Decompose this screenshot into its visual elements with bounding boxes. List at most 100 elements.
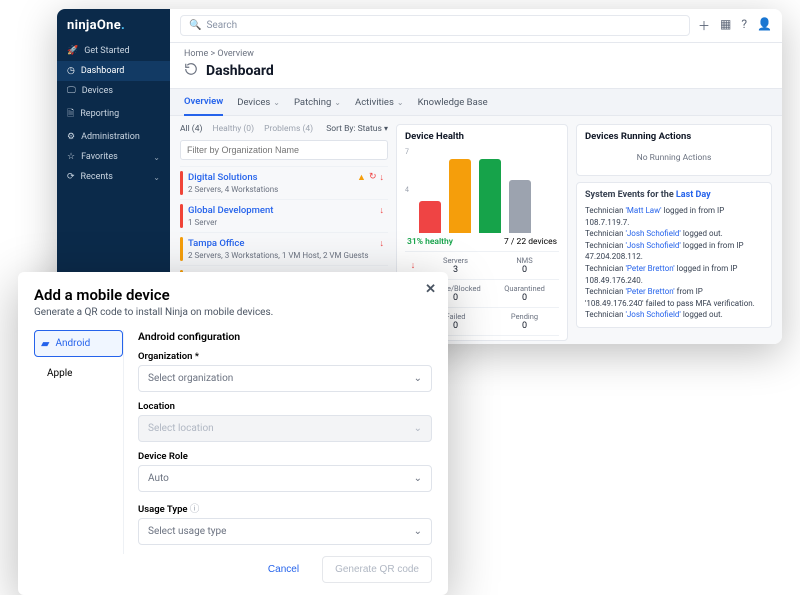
org-name: Tampa Office: [188, 238, 368, 249]
modal-title: Add a mobile device: [34, 286, 432, 304]
down-icon: ↓: [380, 238, 385, 249]
sidebar-item-reporting[interactable]: 🗎Reporting: [57, 101, 170, 127]
chevron-down-icon: ⌄: [273, 98, 280, 107]
apps-icon[interactable]: ▦: [720, 17, 731, 34]
tab-knowledge-base[interactable]: Knowledge Base: [418, 89, 488, 115]
events-range-link[interactable]: Last Day: [676, 190, 711, 200]
topbar: 🔍 Search ＋ ▦ ? 👤: [170, 9, 782, 43]
event-line: Technician 'Peter Bretton' from IP '108.…: [585, 286, 763, 309]
os-tab-apple[interactable]: Apple: [34, 361, 123, 386]
generate-qr-button: Generate QR code: [322, 556, 432, 583]
chevron-down-icon: ⌄: [414, 473, 422, 484]
chevron-down-icon: ▾: [384, 124, 388, 133]
event-user-link[interactable]: 'Josh Schofield': [625, 241, 680, 250]
event-line: Technician 'Josh Schofield' logged out.: [585, 228, 763, 240]
nav-secondary: ⚙Administration☆Favorites⌄⟳Recents⌄: [57, 127, 170, 187]
org-row[interactable]: Global Development 1 Server ↓: [180, 199, 388, 232]
topbar-actions: ＋ ▦ ? 👤: [698, 17, 772, 34]
sidebar-item-get-started[interactable]: 🚀Get Started: [57, 41, 170, 61]
filter-all[interactable]: All (4): [180, 124, 202, 134]
chevron-down-icon: ⌄: [153, 173, 160, 182]
sort-control[interactable]: Sort By: Status ▾: [326, 124, 388, 134]
org-meta: 2 Servers, 4 Workstations: [188, 185, 278, 194]
stat-cell: NMS0: [490, 252, 559, 279]
label-org: Organization *: [138, 351, 432, 362]
role-select[interactable]: Auto⌄: [138, 465, 432, 492]
label-role: Device Role: [138, 451, 432, 462]
chevron-down-icon: ⌄: [397, 98, 404, 107]
filter-problems[interactable]: Problems (4): [264, 124, 313, 134]
help-icon[interactable]: ?: [741, 17, 747, 34]
info-icon[interactable]: ⓘ: [190, 504, 200, 515]
filter-healthy[interactable]: Healthy (0): [213, 124, 255, 134]
chevron-down-icon: ⌄: [414, 526, 422, 537]
gear-icon: ⚙: [67, 132, 75, 142]
label-location: Location: [138, 401, 432, 412]
sidebar-item-devices[interactable]: 🖵Devices: [57, 81, 170, 101]
panel-title: Devices Running Actions: [585, 131, 763, 142]
down-icon: ↓: [380, 172, 385, 183]
gauge-icon: ◷: [67, 66, 75, 76]
org-name: Global Development: [188, 205, 273, 216]
page-title: Dashboard: [206, 63, 274, 79]
org-meta: 1 Server: [188, 218, 273, 227]
tab-activities[interactable]: Activities⌄: [355, 89, 404, 115]
org-row[interactable]: Tampa Office2 Servers, 3 Workstations, 1…: [180, 232, 388, 265]
label-usage: Usage Type ⓘ: [138, 501, 432, 515]
breadcrumb: Home > Overview: [170, 43, 782, 61]
device-health-chart: 7 4: [405, 148, 559, 233]
event-line: Technician 'Josh Schofield' logged out.: [585, 309, 763, 321]
config-heading: Android configuration: [138, 330, 432, 343]
empty-state: No Running Actions: [585, 147, 763, 169]
tab-overview[interactable]: Overview: [184, 89, 223, 116]
down-icon: ↓: [380, 205, 385, 216]
stat-cell: Pending0: [490, 308, 559, 335]
refresh-icon[interactable]: [184, 61, 198, 80]
stat-cell: Quarantined0: [490, 280, 559, 307]
down-icon: ↓: [405, 260, 421, 271]
sidebar-item-favorites[interactable]: ☆Favorites⌄: [57, 147, 170, 167]
rocket-icon: 🚀: [67, 46, 78, 56]
os-tabs: ▰Android Apple: [34, 330, 124, 554]
running-actions-panel: Devices Running Actions No Running Actio…: [576, 124, 772, 176]
event-user-link[interactable]: 'Josh Schofield': [625, 229, 680, 238]
event-user-link[interactable]: 'Matt Law': [625, 206, 661, 215]
search-input[interactable]: 🔍 Search: [180, 15, 690, 36]
event-user-link[interactable]: 'Josh Schofield': [625, 310, 680, 319]
chart-bar: [449, 159, 471, 233]
sidebar-item-dashboard[interactable]: ◷Dashboard: [57, 61, 170, 81]
chart-bar: [479, 159, 501, 233]
event-line: Technician 'Matt Law' logged in from IP …: [585, 205, 763, 228]
org-row[interactable]: Digital Solutions 2 Servers, 4 Workstatio…: [180, 166, 388, 199]
chevron-down-icon: ⌄: [334, 98, 341, 107]
org-select[interactable]: Select organization⌄: [138, 365, 432, 392]
nav-primary: 🚀Get Started◷Dashboard🖵Devices🗎Reporting: [57, 41, 170, 127]
close-icon[interactable]: ✕: [425, 282, 436, 297]
config-form: Android configuration Organization * Sel…: [138, 330, 432, 554]
add-icon[interactable]: ＋: [698, 17, 710, 34]
device-count: 7 / 22 devices: [504, 237, 557, 247]
location-select: Select location⌄: [138, 415, 432, 442]
sidebar-item-administration[interactable]: ⚙Administration: [57, 127, 170, 147]
warn-icon: ▲: [357, 172, 366, 183]
os-tab-android[interactable]: ▰Android: [34, 330, 123, 357]
search-icon: 🔍: [189, 20, 201, 31]
monitor-icon: 🖵: [67, 86, 76, 96]
org-name: Digital Solutions: [188, 172, 278, 183]
tab-devices[interactable]: Devices⌄: [237, 89, 280, 115]
add-mobile-device-modal: ✕ Add a mobile device Generate a QR code…: [18, 272, 448, 595]
healthy-label: 31% healthy: [407, 237, 453, 247]
chevron-down-icon: ⌄: [414, 423, 422, 434]
cancel-button[interactable]: Cancel: [255, 556, 312, 583]
chart-bar: [419, 201, 441, 233]
system-events-panel: System Events for the Last Day Technicia…: [576, 182, 772, 328]
sidebar-item-recents[interactable]: ⟳Recents⌄: [57, 167, 170, 187]
page-title-row: Dashboard: [170, 61, 782, 88]
event-user-link[interactable]: 'Peter Bretton': [625, 287, 674, 296]
user-icon[interactable]: 👤: [757, 17, 772, 34]
panel-title: Device Health: [405, 131, 559, 142]
event-user-link[interactable]: 'Peter Bretton': [625, 264, 674, 273]
org-filter-input[interactable]: [180, 140, 388, 160]
tab-patching[interactable]: Patching⌄: [294, 89, 341, 115]
usage-select[interactable]: Select usage type⌄: [138, 518, 432, 545]
